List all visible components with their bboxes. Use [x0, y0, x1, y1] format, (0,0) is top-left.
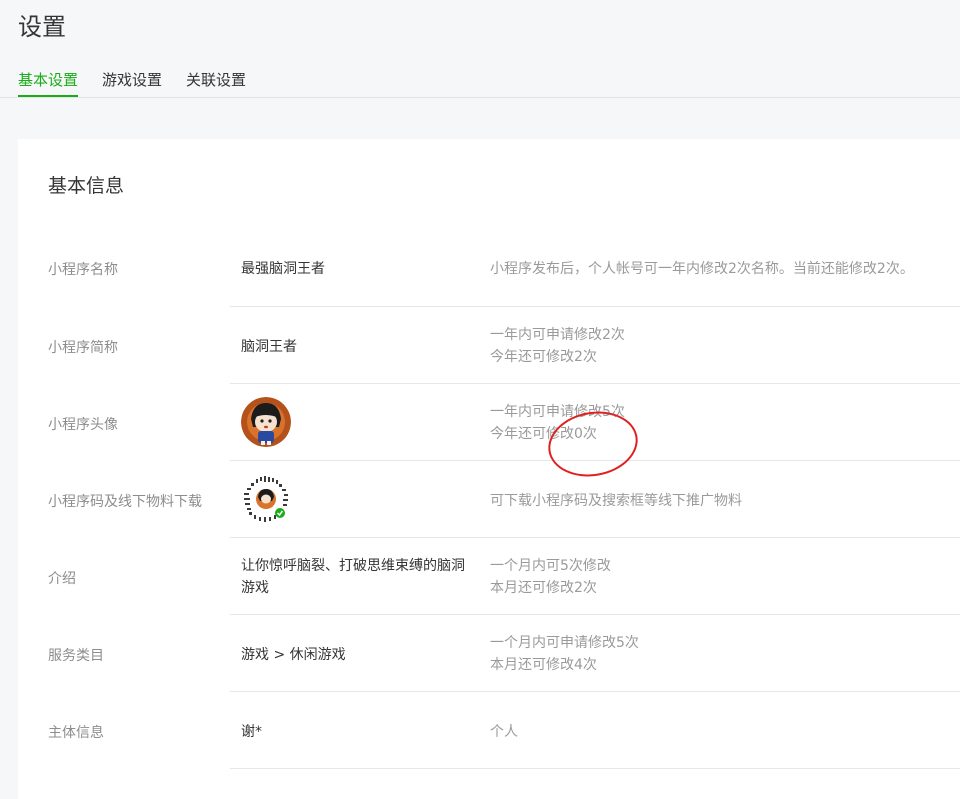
row-value: 谢* [241, 724, 262, 740]
card-title: 基本信息 [48, 175, 125, 197]
row-value: 最强脑洞王者 [241, 261, 325, 277]
row-intro: 介绍 让你惊呼脑裂、打破思维束缚的脑洞 游戏 一个月内可5次修改 本月还可修改2… [18, 538, 960, 615]
row-note-line-1: 一年内可申请修改5次 [490, 404, 625, 420]
row-mini-program-code: 小程序码及线下物料下载 可下载小程序码及搜索框等线下推广物料 [18, 461, 960, 538]
row-value-line-1: 让你惊呼脑裂、打破思维束缚的脑洞 [241, 558, 465, 574]
row-note-line-2: 本月还可修改2次 [490, 580, 597, 596]
tab-link-settings[interactable]: 关联设置 [186, 66, 246, 95]
row-note-line-1: 一个月内可申请修改5次 [490, 635, 639, 651]
row-name: 小程序名称 最强脑洞王者 小程序发布后，个人帐号可一年内修改2次名称。当前还能修… [18, 229, 960, 307]
row-label: 介绍 [48, 571, 76, 587]
row-avatar: 小程序头像 一年内可申请修改5次 今年还可修改0次 [18, 384, 960, 461]
basic-info-card: 基本信息 小程序名称 最强脑洞王者 小程序发布后，个人帐号可一年内修改2次名称。… [18, 139, 960, 799]
row-note-line-1: 一年内可申请修改2次 [490, 327, 625, 343]
page-title: 设置 [18, 13, 66, 41]
row-label: 小程序头像 [48, 417, 118, 433]
cartoon-avatar-icon[interactable] [241, 397, 291, 447]
row-label: 小程序简称 [48, 340, 118, 356]
tab-basic-settings[interactable]: 基本设置 [18, 66, 79, 97]
row-subject-info: 主体信息 谢* 个人 [18, 692, 960, 769]
row-label: 小程序码及线下物料下载 [48, 494, 202, 510]
row-value: 脑洞王者 [241, 339, 297, 355]
row-service-category: 服务类目 游戏 > 休闲游戏 一个月内可申请修改5次 本月还可修改4次 [18, 615, 960, 692]
tab-bar: 基本设置 游戏设置 关联设置 [0, 66, 960, 98]
row-divider [230, 768, 960, 769]
row-note: 可下载小程序码及搜索框等线下推广物料 [490, 493, 742, 509]
tab-game-settings[interactable]: 游戏设置 [102, 66, 162, 95]
row-note: 小程序发布后，个人帐号可一年内修改2次名称。当前还能修改2次。 [490, 261, 914, 277]
row-value-line-2: 游戏 [241, 580, 269, 596]
row-note: 个人 [490, 724, 518, 740]
mini-program-code-icon[interactable] [241, 474, 291, 524]
row-note-line-2: 本月还可修改4次 [490, 657, 597, 673]
row-note-line-2: 今年还可修改0次 [490, 426, 597, 442]
row-label: 主体信息 [48, 725, 104, 741]
row-note-line-2: 今年还可修改2次 [490, 349, 597, 365]
row-note-line-1: 一个月内可5次修改 [490, 558, 611, 574]
row-value: 游戏 > 休闲游戏 [241, 647, 346, 663]
row-short-name: 小程序简称 脑洞王者 一年内可申请修改2次 今年还可修改2次 [18, 307, 960, 384]
row-label: 服务类目 [48, 648, 104, 664]
row-label: 小程序名称 [48, 262, 118, 278]
